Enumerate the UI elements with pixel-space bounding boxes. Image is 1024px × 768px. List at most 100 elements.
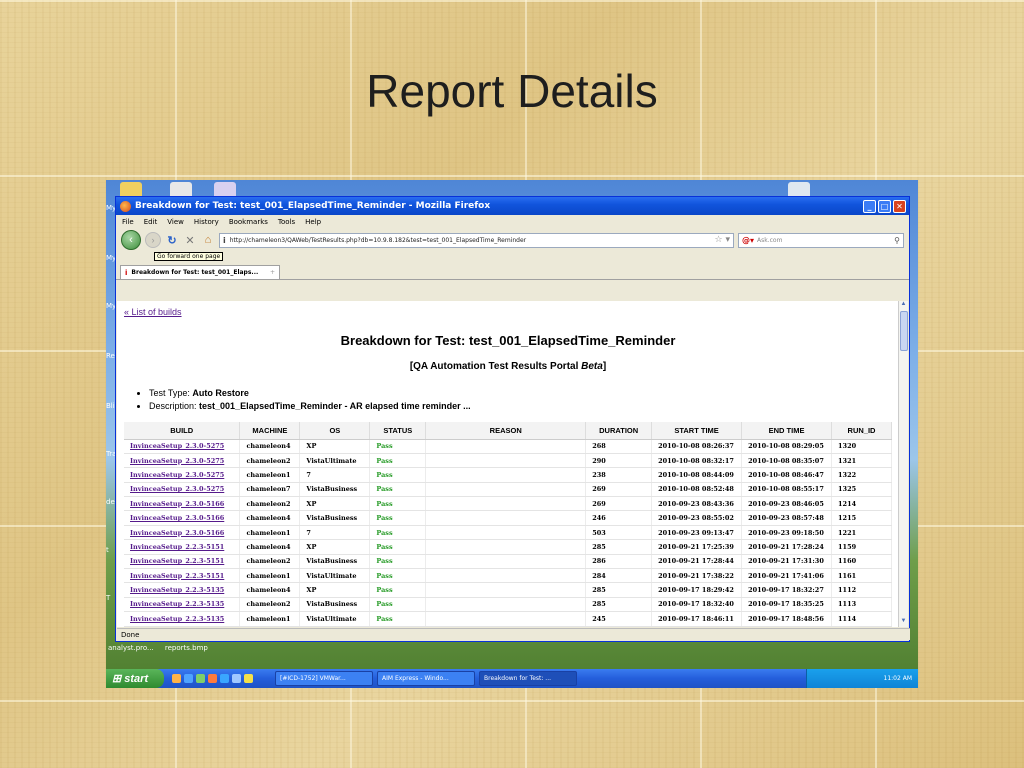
forward-button[interactable]: ›: [145, 232, 161, 248]
description-item: Description: test_001_ElapsedTime_Remind…: [149, 400, 471, 413]
build-link[interactable]: InvinceaSetup_2.3.0-5275: [124, 482, 241, 498]
description-label: Description:: [149, 401, 200, 411]
column-header-build[interactable]: BUILD: [124, 422, 241, 440]
portal-suffix: ]: [602, 361, 607, 372]
results-table: BUILD MACHINE OS STATUS REASON DURATION START …: [124, 422, 892, 627]
duration-cell: 285: [585, 597, 653, 613]
search-icon[interactable]: ⚲: [894, 236, 903, 245]
desktop-screenshot: My My My Re Bli Tra dep t T Breakdown fo…: [106, 180, 918, 688]
paper-seam: [0, 175, 1024, 177]
ie-icon[interactable]: [220, 674, 229, 683]
column-header-machine[interactable]: MACHINE: [239, 422, 301, 440]
reason-cell: AutoRestore - Elapsed time test failed.: [425, 626, 587, 627]
duration-cell: 245: [585, 611, 653, 627]
back-button[interactable]: ‹: [121, 230, 141, 250]
quicklaunch-icon[interactable]: [232, 674, 241, 683]
new-tab-icon[interactable]: +: [270, 269, 279, 276]
desktop-file-label[interactable]: reports.bmp: [165, 644, 208, 652]
firefox-icon[interactable]: [208, 674, 217, 683]
run-id-cell: 1055: [831, 626, 892, 627]
desktop-file-label[interactable]: analyst.pro...: [108, 644, 154, 652]
duration-cell: 515: [585, 626, 653, 627]
build-link[interactable]: InvinceaSetup_2.2.3-5151: [124, 554, 241, 570]
test-type-value: Auto Restore: [192, 388, 249, 398]
vertical-scrollbar[interactable]: ▲ ▼: [898, 301, 908, 627]
ask-engine-icon[interactable]: @▾: [742, 236, 754, 245]
table-row: InvinceaSetup_2.3.0-5275 chameleon4 XP Pass…: [124, 439, 892, 454]
task-firefox[interactable]: Breakdown for Test: ...: [479, 671, 577, 686]
task-vmware[interactable]: [#ICD-1752] VMWar...: [275, 671, 373, 686]
column-header-duration[interactable]: DURATION: [585, 422, 653, 440]
menu-tools[interactable]: Tools: [278, 218, 295, 226]
portal-prefix: [QA Automation Test Results Portal: [409, 361, 582, 372]
machine-cell: chameleon2: [239, 453, 301, 469]
menu-view[interactable]: View: [167, 218, 184, 226]
window-titlebar[interactable]: Breakdown for Test: test_001_ElapsedTime…: [116, 197, 909, 215]
reason-cell: [425, 525, 587, 541]
os-cell: XP: [299, 582, 371, 598]
start-time-cell: 2010-10-08 08:52:48: [651, 482, 743, 498]
duration-cell: 268: [585, 439, 653, 454]
start-time-cell: 2010-09-23 09:13:47: [651, 525, 743, 541]
column-header-run-id[interactable]: RUN_ID: [831, 422, 892, 440]
status-cell: Pass: [369, 482, 427, 498]
task-aim[interactable]: AIM Express - Windo...: [377, 671, 475, 686]
list-of-builds-link[interactable]: « List of builds: [124, 307, 182, 317]
quicklaunch-icon[interactable]: [244, 674, 253, 683]
reload-icon[interactable]: ↻: [165, 234, 179, 247]
clock[interactable]: 11:02 AM: [884, 675, 912, 682]
run-id-cell: 1322: [831, 467, 892, 483]
build-link[interactable]: InvinceaSetup_2.2.3-5135: [124, 582, 241, 598]
column-header-os[interactable]: OS: [299, 422, 371, 440]
end-time-cell: 2010-10-08 08:35:07: [741, 453, 833, 469]
menu-file[interactable]: File: [122, 218, 134, 226]
bookmark-star-icon[interactable]: ☆ ▾: [715, 235, 733, 245]
scroll-up-icon[interactable]: ▲: [899, 301, 908, 310]
tab-breakdown[interactable]: i Breakdown for Test: test_001_Elaps... …: [120, 265, 280, 279]
build-link[interactable]: InvinceaSetup_2.2.3-5135: [124, 611, 241, 627]
status-cell: Pass: [369, 611, 427, 627]
build-link[interactable]: InvinceaSetup_2.3.0-5275: [124, 467, 241, 483]
build-link[interactable]: InvinceaSetup_2.3.0-5275: [124, 453, 241, 469]
run-id-cell: 1161: [831, 568, 892, 584]
site-info-icon[interactable]: i: [223, 236, 226, 245]
build-link[interactable]: InvinceaSetup_2.2.3-5151: [124, 539, 241, 555]
close-button[interactable]: ✕: [893, 199, 906, 213]
home-icon[interactable]: ⌂: [201, 234, 215, 246]
build-link[interactable]: InvinceaSetup_2.2.2-5116: [124, 626, 241, 627]
column-header-end-time[interactable]: END TIME: [741, 422, 833, 440]
menu-bookmarks[interactable]: Bookmarks: [229, 218, 268, 226]
build-link[interactable]: InvinceaSetup_2.3.0-5275: [124, 439, 241, 454]
maximize-button[interactable]: □: [878, 199, 891, 213]
status-cell: Pass: [369, 510, 427, 526]
build-link[interactable]: InvinceaSetup_2.3.0-5166: [124, 496, 241, 512]
build-link[interactable]: InvinceaSetup_2.2.3-5135: [124, 597, 241, 613]
machine-cell: chameleon2: [239, 496, 301, 512]
column-header-status[interactable]: STATUS: [369, 422, 427, 440]
minimize-button[interactable]: _: [863, 199, 876, 213]
search-input[interactable]: @▾ Ask.com ⚲: [738, 232, 904, 248]
window-title: Breakdown for Test: test_001_ElapsedTime…: [135, 201, 491, 211]
quicklaunch-icon[interactable]: [184, 674, 193, 683]
menu-history[interactable]: History: [194, 218, 219, 226]
stop-icon[interactable]: ✕: [183, 234, 197, 247]
scroll-thumb[interactable]: [900, 311, 908, 351]
menu-bar: File Edit View History Bookmarks Tools H…: [116, 215, 909, 229]
quicklaunch-icon[interactable]: [196, 674, 205, 683]
status-cell: Pass: [369, 539, 427, 555]
menu-edit[interactable]: Edit: [144, 218, 158, 226]
build-link[interactable]: InvinceaSetup_2.3.0-5166: [124, 525, 241, 541]
menu-help[interactable]: Help: [305, 218, 321, 226]
quicklaunch-icon[interactable]: [172, 674, 181, 683]
scroll-down-icon[interactable]: ▼: [899, 618, 908, 627]
build-link[interactable]: InvinceaSetup_2.3.0-5166: [124, 510, 241, 526]
end-time-cell: 2010-09-23 08:57:48: [741, 510, 833, 526]
start-button[interactable]: ⊞ start: [106, 669, 164, 688]
os-cell: VistaBusiness: [299, 554, 371, 570]
build-link[interactable]: InvinceaSetup_2.2.3-5151: [124, 568, 241, 584]
navigation-toolbar: ‹ › ↻ ✕ ⌂ i http://chameleon3/QAWeb/Test…: [116, 229, 909, 251]
column-header-start-time[interactable]: START TIME: [651, 422, 743, 440]
table-row: InvinceaSetup_2.2.3-5135 chameleon1 VistaU…: [124, 611, 892, 627]
column-header-reason[interactable]: REASON: [425, 422, 587, 440]
url-bar[interactable]: i http://chameleon3/QAWeb/TestResults.ph…: [219, 232, 734, 248]
